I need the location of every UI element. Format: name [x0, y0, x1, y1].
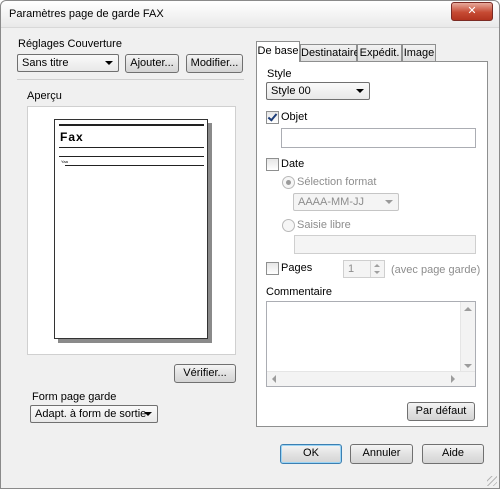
free-entry-radio[interactable]: [282, 219, 295, 232]
preview-page: Fax Yaa: [54, 119, 208, 339]
date-format-value: AAAA-MM-JJ: [298, 196, 364, 208]
cover-select[interactable]: Sans titre: [17, 54, 119, 72]
horizontal-scrollbar[interactable]: [267, 371, 475, 386]
comment-textarea[interactable]: [266, 301, 476, 387]
resize-grip-icon[interactable]: [487, 476, 497, 486]
form-select-value: Adapt. à form de sortie: [35, 408, 147, 420]
date-checkbox[interactable]: [266, 158, 279, 171]
preview-line-text: Yaa: [61, 159, 68, 164]
close-button[interactable]: ✕: [451, 2, 493, 21]
preview-rule: [59, 156, 204, 157]
free-entry-input[interactable]: [294, 235, 476, 254]
add-button[interactable]: Ajouter...: [125, 54, 179, 73]
preview-rule: [65, 165, 204, 166]
check-button[interactable]: Vérifier...: [174, 364, 236, 383]
style-select[interactable]: Style 00: [266, 82, 370, 100]
pages-note: (avec page garde): [391, 264, 481, 276]
tab-basic[interactable]: De base: [256, 41, 300, 62]
comment-label: Commentaire: [266, 286, 333, 298]
cancel-button[interactable]: Annuler: [350, 444, 413, 464]
spin-up-icon[interactable]: [374, 264, 380, 267]
spinner-buttons[interactable]: [370, 261, 384, 277]
help-button[interactable]: Aide: [422, 444, 484, 464]
scroll-right-icon[interactable]: [451, 375, 455, 383]
window-title: Paramètres page de garde FAX: [9, 8, 164, 20]
preview-fax-heading: Fax: [60, 130, 84, 144]
tab-image[interactable]: Image: [402, 44, 436, 61]
tab-recipient[interactable]: Destinataire: [300, 44, 360, 61]
subject-checkbox[interactable]: [266, 111, 279, 124]
pages-spinner[interactable]: 1: [343, 260, 385, 278]
modify-button[interactable]: Modifier...: [186, 54, 243, 73]
subject-input[interactable]: [281, 128, 476, 148]
pages-checkbox[interactable]: [266, 262, 279, 275]
style-select-value: Style 00: [271, 85, 311, 97]
pages-spinner-value: 1: [348, 263, 355, 275]
style-label: Style: [267, 68, 292, 80]
free-entry-label: Saisie libre: [297, 219, 351, 231]
preview-area: Fax Yaa: [27, 106, 236, 355]
cover-settings-label: Réglages Couverture: [18, 38, 122, 50]
spin-down-icon[interactable]: [374, 271, 380, 274]
date-label: Date: [281, 158, 305, 170]
form-select[interactable]: Adapt. à form de sortie: [30, 405, 158, 423]
tab-sender[interactable]: Expédit.: [357, 44, 402, 61]
title-bar: Paramètres page de garde FAX ✕: [1, 1, 499, 28]
scroll-down-icon[interactable]: [464, 364, 472, 368]
preview-label: Aperçu: [27, 90, 62, 102]
format-select-radio[interactable]: [282, 176, 295, 189]
cover-select-value: Sans titre: [22, 57, 69, 69]
divider: [17, 79, 244, 80]
dialog-window: Paramètres page de garde FAX ✕ Réglages …: [0, 0, 500, 489]
date-format-select[interactable]: AAAA-MM-JJ: [293, 193, 399, 211]
chevron-down-icon: [385, 200, 393, 204]
subject-label: Objet: [281, 111, 308, 123]
tab-panel-basic: Style Style 00 Objet Date Sélection form…: [256, 61, 488, 427]
chevron-down-icon: [144, 412, 152, 416]
preview-rule: [59, 147, 204, 148]
form-label: Form page garde: [32, 391, 117, 403]
format-select-label: Sélection format: [297, 176, 377, 188]
preview-top-rule: [59, 124, 204, 126]
scroll-up-icon[interactable]: [464, 307, 472, 311]
chevron-down-icon: [105, 61, 113, 65]
scroll-left-icon[interactable]: [272, 375, 276, 383]
chevron-down-icon: [356, 89, 364, 93]
default-button[interactable]: Par défaut: [407, 402, 475, 421]
ok-button[interactable]: OK: [280, 444, 342, 464]
pages-label: Pages: [281, 262, 313, 274]
vertical-scrollbar[interactable]: [460, 302, 475, 372]
